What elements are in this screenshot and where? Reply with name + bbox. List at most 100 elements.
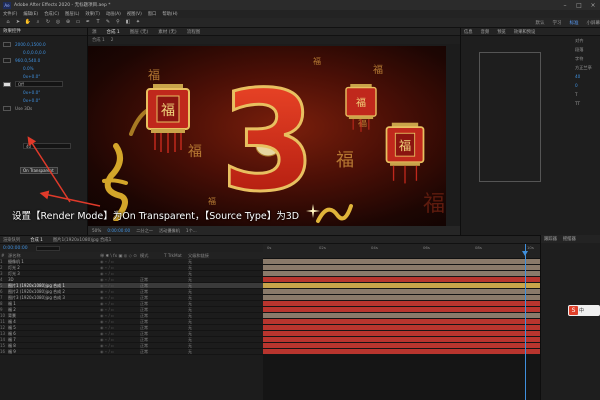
menu-layer[interactable]: 图层(L) <box>65 11 79 17</box>
tab-effects-presets[interactable]: 效果和预设 <box>514 29 535 35</box>
property-value[interactable]: 0x+0.0° <box>23 98 40 103</box>
tab-source[interactable]: 源 <box>92 29 97 35</box>
composition-canvas[interactable]: 福 福 福 福 福 福 福 福 福 福 福 3 <box>88 46 446 226</box>
property-dropdown[interactable]: 40 <box>23 143 71 149</box>
layer-name[interactable]: 福 9 <box>8 349 100 355</box>
time-ruler[interactable]: 0s 02s 04s 06s 08s 10s <box>263 244 540 259</box>
color-swatch[interactable] <box>3 81 11 87</box>
layer-name[interactable]: 灯光 3 <box>8 271 100 277</box>
playhead-handle-icon[interactable] <box>522 251 528 256</box>
tab-tracker[interactable]: 跟踪器 <box>544 236 557 242</box>
menu-animation[interactable]: 动画(A) <box>106 11 121 17</box>
align-label[interactable]: 对齐 <box>575 38 600 47</box>
camera-dropdown[interactable]: 活动摄像机 <box>159 228 180 234</box>
timeline-timecode[interactable]: 0:00:00:00 <box>3 246 28 251</box>
tab-layer[interactable]: 图层 (无) <box>130 29 148 35</box>
rectangle-tool-icon[interactable]: ▭ <box>74 19 82 26</box>
layer-switches[interactable]: ◉ ⌁ / ▫ <box>100 271 140 276</box>
selection-tool-icon[interactable]: ➤ <box>14 19 22 26</box>
layer-mode-dropdown[interactable]: 正常 <box>140 349 164 355</box>
layer-switches[interactable]: ◉ ⌁ / ▫ <box>100 295 140 300</box>
hand-tool-icon[interactable]: ✋ <box>24 19 32 26</box>
layer-switches[interactable]: ◉ ⌁ / ▫ <box>100 325 140 330</box>
font-size-value[interactable]: 40 <box>575 74 600 83</box>
layer-switches[interactable]: ◉ ⌁ / ▫ <box>100 337 140 342</box>
layer-row[interactable]: 16 福 9 ◉ ⌁ / ▫ 正常 无 <box>0 349 263 355</box>
tab-footage[interactable]: 素材 (无) <box>158 29 176 35</box>
layer-switches[interactable]: ◉ ⌁ / ▫ <box>100 349 140 354</box>
viewer-timecode[interactable]: 0:00:00:00 <box>107 228 130 233</box>
tab-composition[interactable]: 合成 1 <box>107 29 120 35</box>
brush-tool-icon[interactable]: ✎ <box>104 19 112 26</box>
ime-indicator[interactable]: S 中 <box>568 305 600 316</box>
property-value[interactable]: 0.0% <box>23 66 34 71</box>
subtab-comp[interactable]: 合成 1 <box>92 37 105 43</box>
layer-switches[interactable]: ◉ ⌁ / ▫ <box>100 283 140 288</box>
layer-switches[interactable]: ◉ ⌁ / ▫ <box>100 277 140 282</box>
property-value[interactable]: 0x+0.0° <box>23 74 40 79</box>
camera-tool-icon[interactable]: ◎ <box>54 19 62 26</box>
close-icon[interactable]: × <box>586 2 600 9</box>
tab-flowchart[interactable]: 流程图 <box>187 29 201 35</box>
layer-name[interactable]: 3D <box>8 277 100 282</box>
menu-file[interactable]: 文件(F) <box>3 11 17 17</box>
tab-info[interactable]: 信息 <box>464 29 473 35</box>
pen-tool-icon[interactable]: ✒ <box>84 19 92 26</box>
layer-switches[interactable]: ◉ ⌁ / ▫ <box>100 265 140 270</box>
layer-switches[interactable]: ◉ ⌁ / ▫ <box>100 331 140 336</box>
resolution-dropdown[interactable]: 二分之一 <box>136 228 153 234</box>
layer-search-input[interactable] <box>35 245 60 251</box>
views-dropdown[interactable]: 1个... <box>186 228 197 234</box>
tab-precomp-timeline[interactable]: 图片1(1920x1080)jpg 合成1 <box>53 237 111 243</box>
minimize-icon[interactable]: – <box>558 2 572 9</box>
zoom-level[interactable]: 50% <box>92 228 101 233</box>
layer-switches[interactable]: ◉ ⌁ / ▫ <box>100 319 140 324</box>
stamp-tool-icon[interactable]: ⚲ <box>114 19 122 26</box>
color-swatch[interactable] <box>3 41 11 47</box>
menu-edit[interactable]: 编辑(E) <box>23 11 38 17</box>
maximize-icon[interactable]: □ <box>572 2 586 9</box>
menu-view[interactable]: 视图(V) <box>127 11 142 17</box>
tab-render-queue[interactable]: 渲染队列 <box>3 237 20 243</box>
text-style-t[interactable]: T <box>575 92 600 101</box>
workspace-standard[interactable]: 标准 <box>570 20 579 26</box>
type-tool-icon[interactable]: T <box>94 19 102 26</box>
character-label[interactable]: 字符 <box>575 56 600 65</box>
tab-preview[interactable]: 预览 <box>497 29 506 35</box>
property-value[interactable]: 0x+0.0° <box>23 90 40 95</box>
workspace-default[interactable]: 默认 <box>536 20 545 26</box>
layer-switches[interactable]: ◉ ⌁ / ▫ <box>100 259 140 264</box>
property-value[interactable]: 960.0,540.0 <box>15 58 40 63</box>
checkbox[interactable] <box>3 105 11 111</box>
property-dropdown[interactable]: Off <box>15 81 63 87</box>
layer-parent-dropdown[interactable]: 无 <box>188 349 212 355</box>
text-style-tt[interactable]: TT <box>575 101 600 110</box>
layer-switches[interactable]: ◉ ⌁ / ▫ <box>100 343 140 348</box>
paragraph-label[interactable]: 段落 <box>575 47 600 56</box>
workspace-small-screen[interactable]: 小屏幕 <box>587 20 600 26</box>
layer-switches[interactable]: ◉ ⌁ / ▫ <box>100 307 140 312</box>
font-name[interactable]: 方正兰亭 <box>575 65 600 74</box>
layer-switches[interactable]: ◉ ⌁ / ▫ <box>100 301 140 306</box>
menu-effect[interactable]: 效果(T) <box>85 11 100 17</box>
layer-duration-bar[interactable] <box>263 349 540 355</box>
menu-composition[interactable]: 合成(C) <box>44 11 59 17</box>
menu-help[interactable]: 帮助(H) <box>162 11 177 17</box>
home-icon[interactable]: ⌂ <box>4 19 12 26</box>
tab-comp-timeline[interactable]: 合成 1 <box>30 237 43 243</box>
property-value[interactable]: 0.0,0.0,0.0 <box>23 50 46 55</box>
eraser-tool-icon[interactable]: ◧ <box>124 19 132 26</box>
zoom-tool-icon[interactable]: ⌕ <box>34 19 42 26</box>
rotate-tool-icon[interactable]: ↻ <box>44 19 52 26</box>
pan-behind-tool-icon[interactable]: ⊕ <box>64 19 72 26</box>
render-mode-dropdown[interactable]: On Transparent <box>20 167 58 174</box>
color-swatch[interactable] <box>3 57 11 63</box>
layer-switches[interactable]: ◉ ⌁ / ▫ <box>100 289 140 294</box>
tracking-value[interactable]: 0 <box>575 83 600 92</box>
workspace-learn[interactable]: 学习 <box>553 20 562 26</box>
timeline-track-area[interactable]: 0s 02s 04s 06s 08s 10s <box>263 244 540 400</box>
menu-window[interactable]: 窗口 <box>148 11 157 17</box>
effect-controls-tab[interactable]: 效果控件 <box>0 28 87 36</box>
playhead[interactable] <box>525 244 526 400</box>
layer-switches[interactable]: ◉ ⌁ / ▫ <box>100 313 140 318</box>
